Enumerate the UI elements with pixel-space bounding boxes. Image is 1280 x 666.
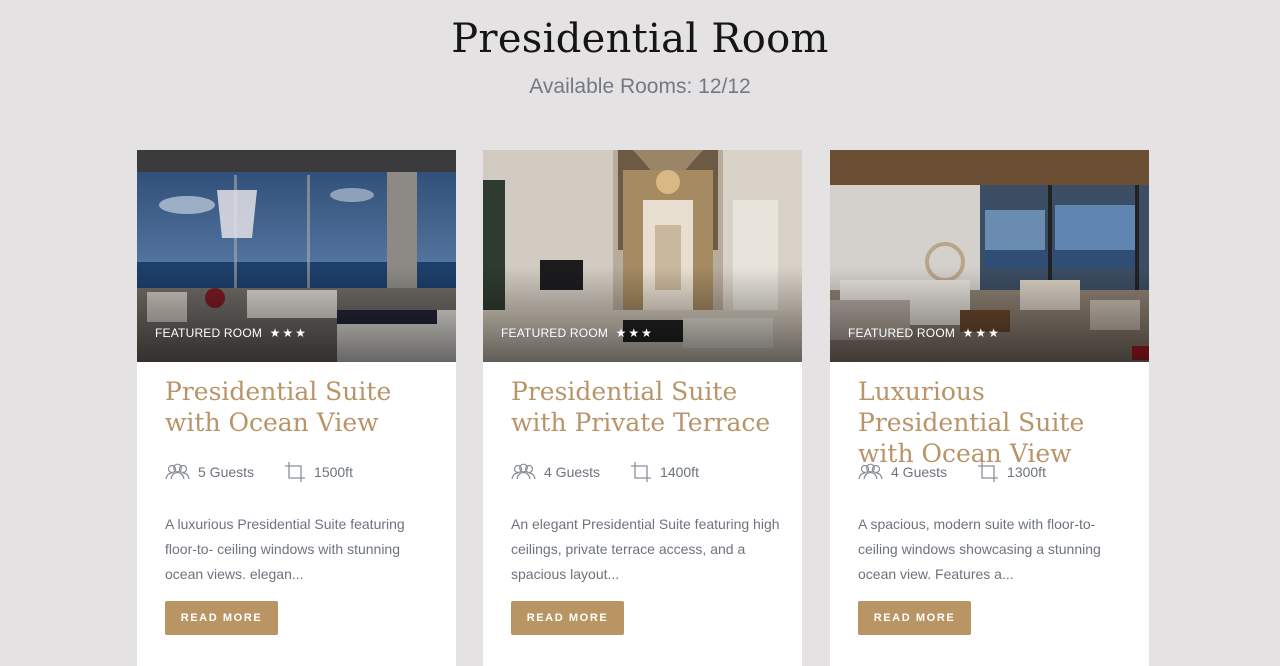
size-info: 1300ft	[977, 461, 1046, 483]
crop-area-icon	[630, 461, 652, 483]
available-rooms-count: Available Rooms: 12/12	[529, 75, 751, 98]
featured-room-badge: FEATURED ROOM ★★★	[501, 326, 654, 340]
size-info: 1500ft	[284, 461, 353, 483]
read-more-button[interactable]: READ MORE	[511, 601, 624, 635]
guests-info: 4 Guests	[858, 463, 947, 481]
room-description: An elegant Presidential Suite featuring …	[511, 516, 780, 582]
room-size: 1300ft	[1007, 464, 1046, 480]
guests-count: 4 Guests	[544, 464, 601, 480]
room-meta: 4 Guests 1400ft	[511, 461, 699, 483]
featured-label: FEATURED ROOM	[848, 326, 956, 340]
page-title: Presidential Room	[451, 16, 829, 62]
room-photo[interactable]: FEATURED ROOM ★★★	[830, 150, 1149, 362]
room-title[interactable]: Presidential Suite with Private Terrace	[511, 376, 781, 438]
room-description: A luxurious Presidential Suite featuring…	[165, 516, 405, 582]
room-size: 1500ft	[314, 464, 353, 480]
room-meta: 5 Guests 1500ft	[165, 461, 353, 483]
room-photo[interactable]: FEATURED ROOM ★★★	[483, 150, 802, 362]
featured-room-badge: FEATURED ROOM ★★★	[848, 326, 1001, 340]
guests-info: 5 Guests	[165, 463, 254, 481]
room-title[interactable]: Luxurious Presidential Suite with Ocean …	[858, 376, 1128, 469]
featured-label: FEATURED ROOM	[501, 326, 609, 340]
room-size: 1400ft	[660, 464, 699, 480]
size-info: 1400ft	[630, 461, 699, 483]
guests-count: 4 Guests	[891, 464, 948, 480]
room-card-list: FEATURED ROOM ★★★ Presidential Suite wit…	[137, 150, 1149, 666]
crop-area-icon	[977, 461, 999, 483]
room-card: FEATURED ROOM ★★★ Presidential Suite wit…	[483, 150, 802, 666]
guests-count: 5 Guests	[198, 464, 255, 480]
room-description: A spacious, modern suite with floor-to-c…	[858, 516, 1101, 582]
featured-room-badge: FEATURED ROOM ★★★	[155, 326, 308, 340]
read-more-button[interactable]: READ MORE	[165, 601, 278, 635]
guests-icon	[511, 463, 536, 481]
room-card: FEATURED ROOM ★★★ Luxurious Presidential…	[830, 150, 1149, 666]
read-more-button[interactable]: READ MORE	[858, 601, 971, 635]
featured-label: FEATURED ROOM	[155, 326, 263, 340]
guests-info: 4 Guests	[511, 463, 600, 481]
star-rating: ★★★	[269, 326, 308, 340]
room-meta: 4 Guests 1300ft	[858, 461, 1046, 483]
star-rating: ★★★	[615, 326, 654, 340]
guests-icon	[165, 463, 190, 481]
room-photo[interactable]: FEATURED ROOM ★★★	[137, 150, 456, 362]
room-title[interactable]: Presidential Suite with Ocean View	[165, 376, 435, 438]
crop-area-icon	[284, 461, 306, 483]
star-rating: ★★★	[962, 326, 1001, 340]
room-card: FEATURED ROOM ★★★ Presidential Suite wit…	[137, 150, 456, 666]
guests-icon	[858, 463, 883, 481]
